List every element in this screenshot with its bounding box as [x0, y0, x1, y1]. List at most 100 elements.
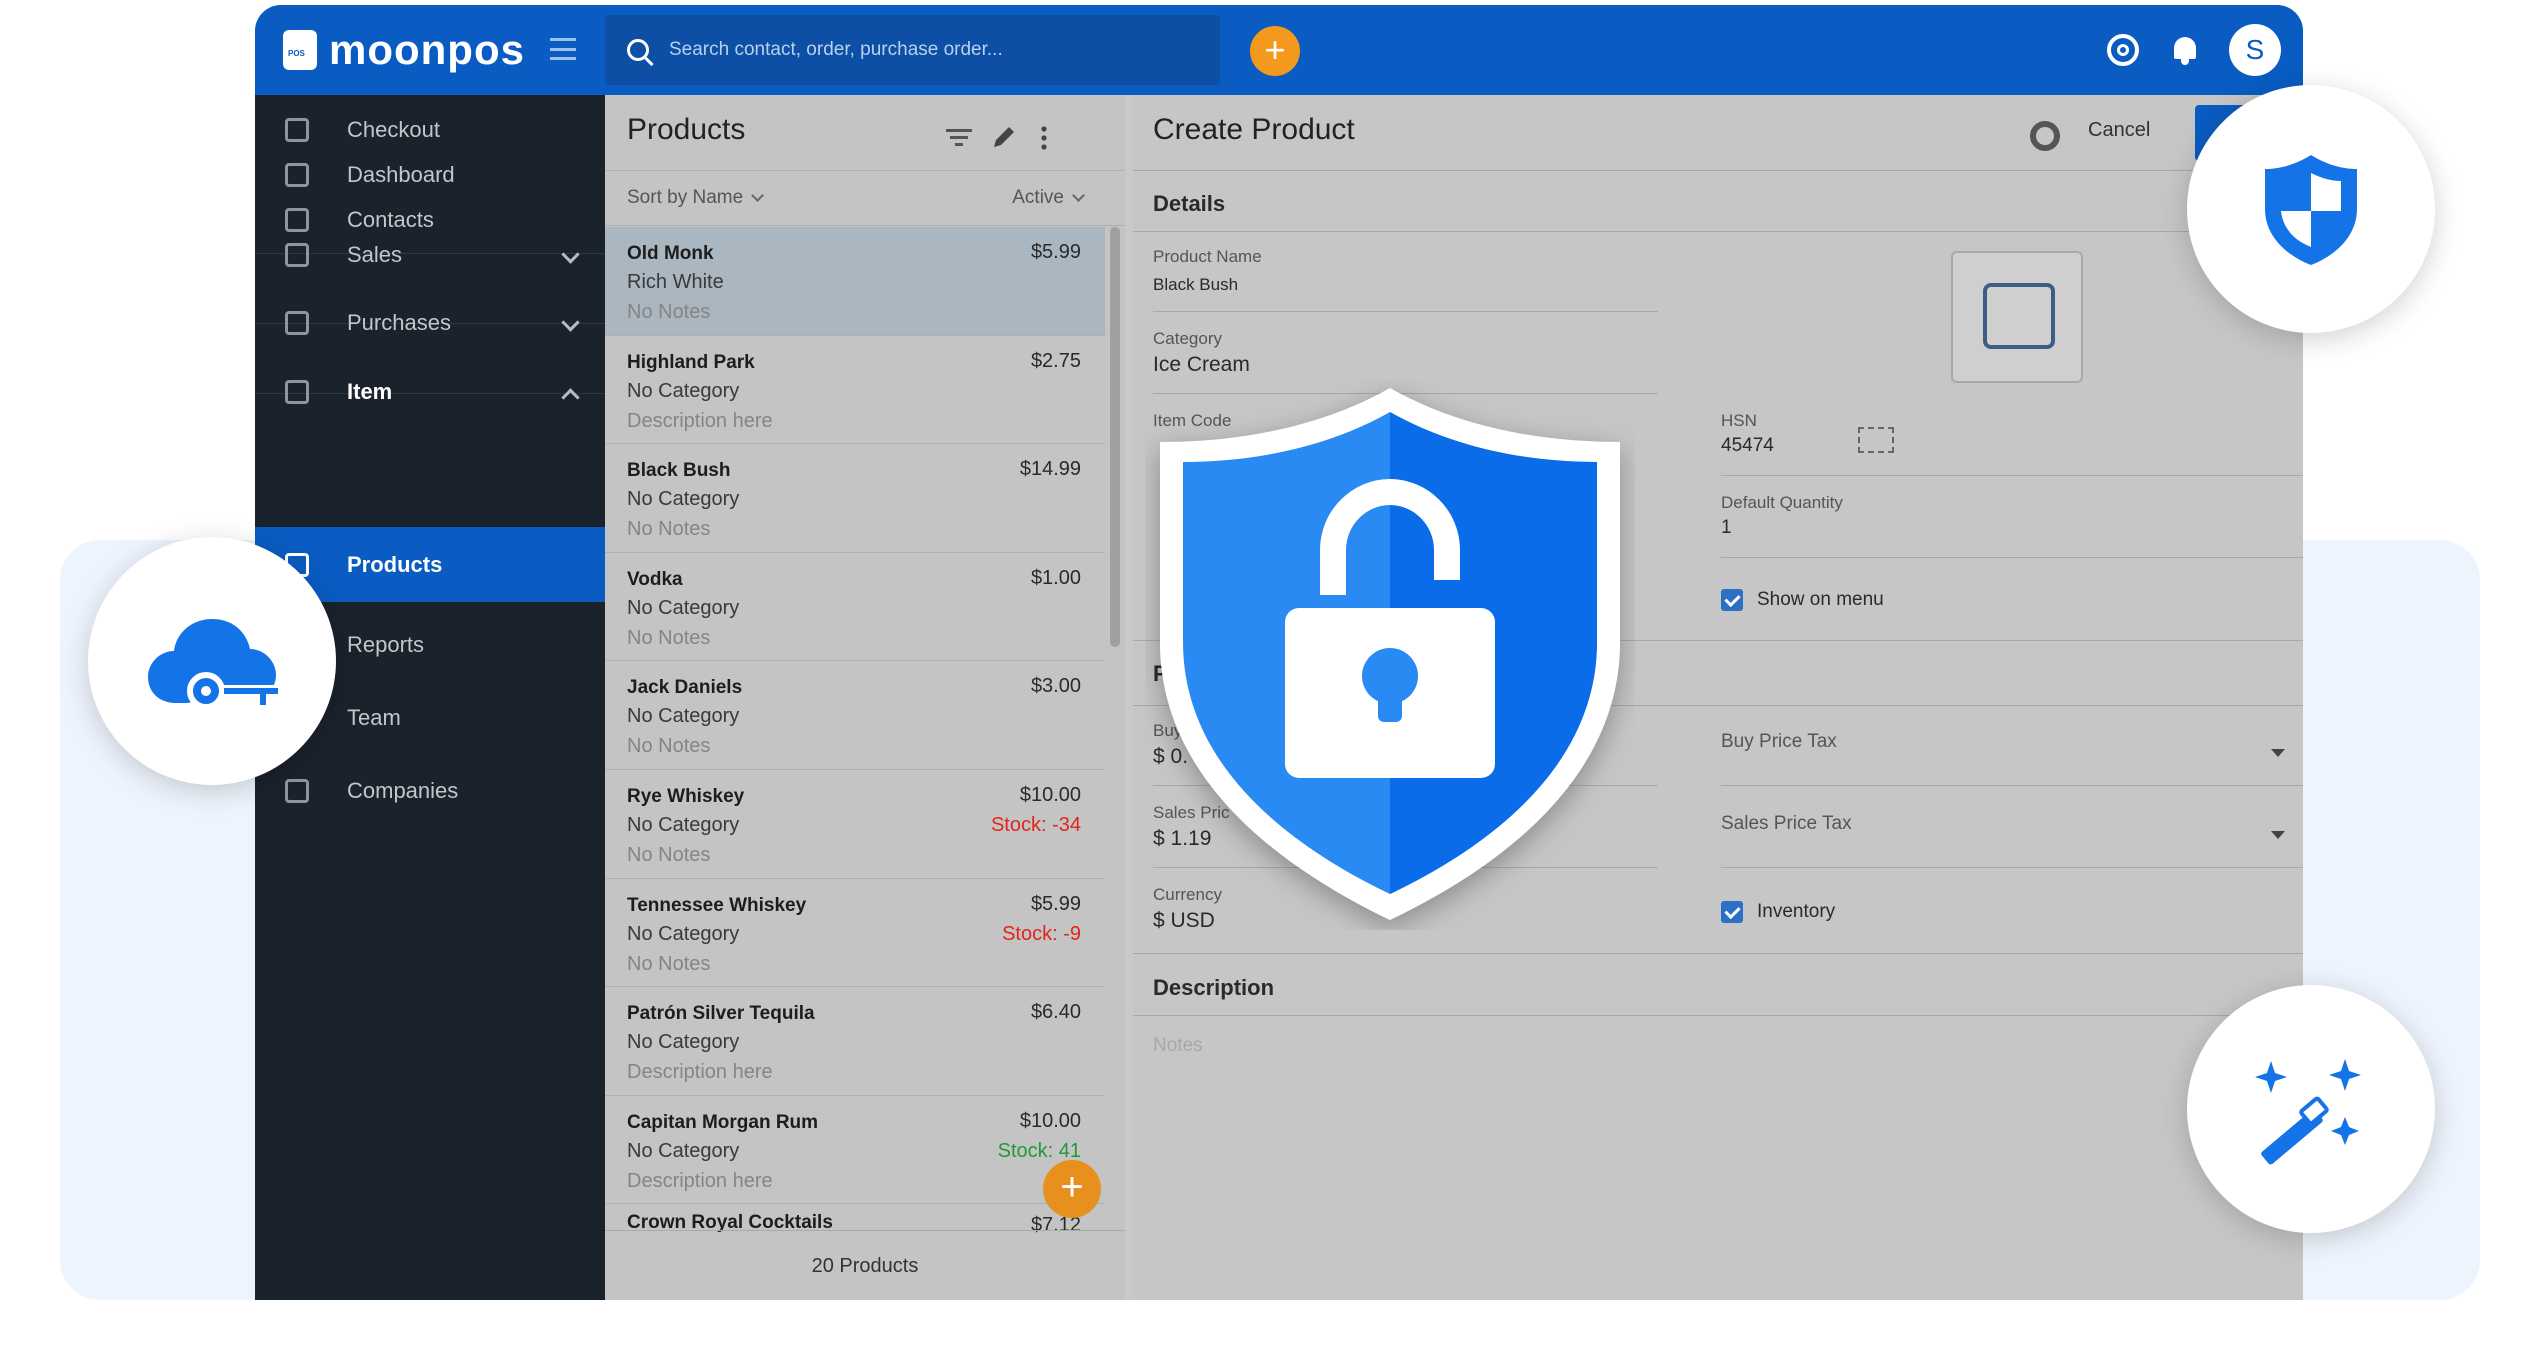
hsn-field[interactable]: 45474: [1721, 435, 1774, 457]
brand-name: moonpos: [329, 26, 525, 73]
details-heading: Details: [1153, 191, 1226, 216]
menu-icon[interactable]: [550, 38, 576, 60]
chevron-down-icon: [2271, 749, 2285, 757]
brand-logo[interactable]: moonpos: [283, 25, 525, 75]
cancel-button[interactable]: Cancel: [2088, 119, 2150, 142]
show-on-menu-checkbox[interactable]: [1721, 589, 1743, 611]
avatar[interactable]: S: [2229, 24, 2281, 76]
sidebar-item-purchases[interactable]: Purchases: [255, 288, 605, 358]
field-underline: [1721, 557, 2303, 558]
product-name: Jack Daniels: [627, 677, 743, 699]
product-category: No Category: [627, 1139, 740, 1162]
sidebar-item-label: Team: [347, 705, 401, 730]
table-row[interactable]: Highland Park $2.75 No Category Descript…: [605, 336, 1105, 445]
product-name: Vodka: [627, 568, 683, 590]
divider: [1133, 170, 2303, 171]
product-category: No Category: [627, 488, 740, 511]
chevron-down-icon: [561, 313, 580, 332]
add-icon[interactable]: +: [1250, 26, 1300, 76]
chevron-up-icon: [561, 388, 580, 407]
filter-icon[interactable]: [945, 125, 973, 151]
product-price: $6.40: [1030, 1001, 1081, 1024]
search-input[interactable]: [669, 39, 1169, 61]
product-notes: Description here: [627, 1169, 773, 1192]
inventory-checkbox[interactable]: [1721, 901, 1743, 923]
product-name: Black Bush: [627, 460, 731, 482]
product-category: No Category: [627, 813, 740, 836]
scrollbar[interactable]: [1110, 227, 1120, 647]
bag-icon: [285, 311, 309, 335]
magic-wand-badge: [2187, 985, 2435, 1233]
sidebar-item-label: Item: [347, 379, 393, 404]
table-row[interactable]: Jack Daniels $3.00 No Category No Notes: [605, 661, 1105, 770]
product-price: $3.00: [1030, 675, 1081, 698]
product-name-field[interactable]: Black Bush: [1153, 275, 1238, 295]
gear-icon[interactable]: [2030, 121, 2060, 151]
field-underline: [1721, 475, 2303, 476]
product-notes: No Notes: [627, 518, 711, 541]
search-bar: [605, 15, 1220, 85]
field-underline: [1721, 785, 2303, 786]
divider: [1133, 953, 2303, 954]
product-price: $14.99: [1019, 458, 1081, 481]
gear-icon[interactable]: [2107, 34, 2139, 66]
product-price: $10.00: [1019, 1109, 1081, 1132]
product-notes: Description here: [627, 1061, 773, 1084]
category-field[interactable]: Ice Cream: [1153, 353, 1250, 377]
description-field[interactable]: Notes: [1153, 1035, 1203, 1057]
list-icon: [285, 380, 309, 404]
image-placeholder[interactable]: [1951, 251, 2083, 383]
stock-badge: Stock: -34: [990, 813, 1081, 836]
table-row[interactable]: Patrón Silver Tequila $6.40 No Category …: [605, 987, 1105, 1096]
divider: [1133, 231, 2303, 232]
product-price: $10.00: [1019, 783, 1081, 806]
sidebar-item-sales[interactable]: Sales: [255, 220, 605, 290]
more-icon[interactable]: [1030, 125, 1058, 151]
default-quantity-field[interactable]: 1: [1721, 517, 1732, 539]
shield-lock-icon: [1160, 388, 1620, 920]
table-row[interactable]: Black Bush $14.99 No Category No Notes: [605, 444, 1105, 553]
table-row[interactable]: Vodka $1.00 No Category No Notes: [605, 553, 1105, 662]
status-filter-dropdown[interactable]: Active: [1012, 187, 1085, 209]
chevron-down-icon: [561, 245, 580, 264]
add-product-button[interactable]: +: [1043, 1160, 1101, 1218]
stock-badge: Stock: -9: [1002, 922, 1081, 945]
chevron-down-icon: [1072, 189, 1085, 202]
home-icon: [285, 163, 309, 187]
table-row[interactable]: Rye Whiskey $10.00 No Category Stock: -3…: [605, 770, 1105, 879]
sidebar-item-label: Sales: [347, 242, 403, 267]
sidebar-item-item[interactable]: Item: [255, 357, 605, 427]
table-row[interactable]: Old Monk $5.99 Rich White No Notes: [605, 227, 1105, 336]
table-row[interactable]: Capitan Morgan Rum $10.00 No Category St…: [605, 1096, 1105, 1205]
product-name: Rye Whiskey: [627, 785, 745, 807]
product-name: Patrón Silver Tequila: [627, 1003, 815, 1025]
building-icon: [285, 779, 309, 803]
bell-icon[interactable]: [2172, 35, 2198, 65]
product-notes: No Notes: [627, 735, 711, 758]
list-title: Products: [627, 113, 746, 146]
barcode-icon[interactable]: [1858, 427, 1894, 453]
product-price: $1.00: [1030, 566, 1081, 589]
product-notes: Description here: [627, 409, 773, 432]
product-name-label: Product Name: [1153, 247, 1262, 266]
divider: [1133, 1015, 2303, 1016]
product-category: No Category: [627, 922, 740, 945]
sort-dropdown[interactable]: Sort by Name: [627, 187, 765, 209]
sidebar-item-label: Reports: [347, 632, 425, 657]
search-icon: [627, 39, 649, 61]
sidebar-item-companies[interactable]: Companies: [255, 756, 605, 826]
basket-icon: [285, 118, 309, 142]
field-underline: [1721, 867, 2303, 868]
default-quantity-label: Default Quantity: [1721, 493, 1843, 512]
buy-price-tax-select[interactable]: Buy Price Tax: [1721, 731, 1837, 753]
product-notes: No Notes: [627, 952, 711, 975]
image-placeholder-icon: [1983, 283, 2055, 349]
product-count: 20 Products: [605, 1230, 1125, 1300]
table-row[interactable]: Tennessee Whiskey $5.99 No Category Stoc…: [605, 879, 1105, 988]
edit-icon[interactable]: [990, 125, 1018, 151]
description-heading: Description: [1153, 975, 1275, 1000]
product-price: $5.99: [1030, 892, 1081, 915]
sales-price-tax-select[interactable]: Sales Price Tax: [1721, 813, 1852, 835]
chevron-down-icon: [751, 189, 765, 202]
product-notes: No Notes: [627, 843, 711, 866]
